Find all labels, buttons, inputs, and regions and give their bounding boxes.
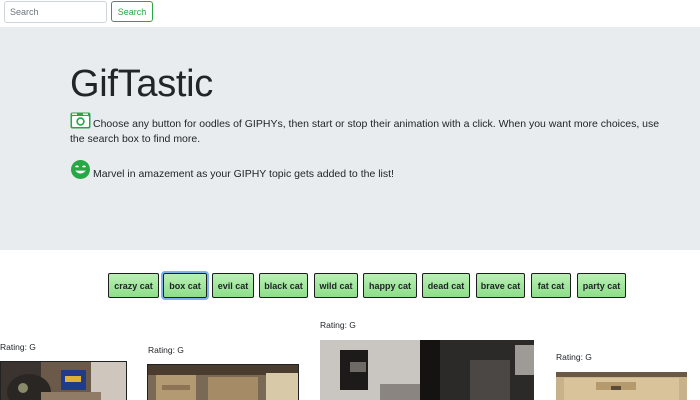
intro-text-2-label: Marvel in amazement as your GIPHY topic … <box>93 168 394 180</box>
gif-image[interactable] <box>320 340 534 400</box>
gif-image[interactable] <box>556 372 687 400</box>
topic-button-box-cat[interactable]: box cat <box>161 271 209 300</box>
intro-text-1-label: Choose any button for oodles of GIPHYs, … <box>70 118 660 145</box>
topic-buttons: crazy cat box cat evil cat black cat wil… <box>0 271 700 300</box>
search-bar: Search <box>0 0 700 27</box>
topic-button-happy-cat[interactable]: happy cat <box>363 273 417 298</box>
topic-button-fat-cat[interactable]: fat cat <box>531 273 571 298</box>
topic-button-wild-cat[interactable]: wild cat <box>314 273 358 298</box>
topic-button-dead-cat[interactable]: dead cat <box>422 273 470 298</box>
gif-rating: Rating: G <box>148 345 184 355</box>
gif-rating: Rating: G <box>320 320 356 330</box>
topic-button-black-cat[interactable]: black cat <box>259 273 308 298</box>
topic-button-crazy-cat[interactable]: crazy cat <box>108 273 159 298</box>
gif-rating: Rating: G <box>556 352 592 362</box>
topic-button-party-cat[interactable]: party cat <box>577 273 626 298</box>
search-input[interactable] <box>4 1 107 23</box>
smile-icon <box>70 159 91 180</box>
intro-text-1: Choose any button for oodles of GIPHYs, … <box>70 112 660 147</box>
gif-image[interactable] <box>0 361 127 400</box>
page-title: GifTastic <box>70 63 213 105</box>
search-button[interactable]: Search <box>111 1 153 22</box>
topic-button-brave-cat[interactable]: brave cat <box>476 273 525 298</box>
gif-image[interactable] <box>147 364 299 400</box>
topic-button-evil-cat[interactable]: evil cat <box>212 273 254 298</box>
gif-rating: Rating: G <box>0 342 36 352</box>
intro-text-2: Marvel in amazement as your GIPHY topic … <box>70 159 660 182</box>
camera-icon <box>70 112 91 129</box>
